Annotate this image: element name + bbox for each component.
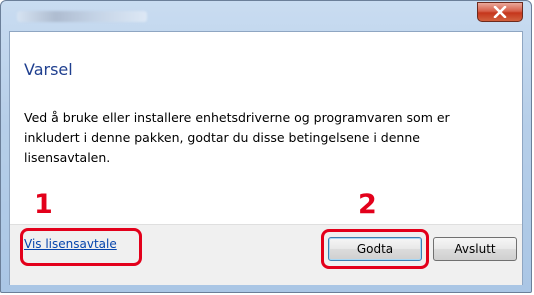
close-button[interactable] <box>477 2 523 22</box>
window-title-blurred <box>17 11 147 22</box>
message-line: Ved å bruke eller installere enhetsdrive… <box>24 110 450 125</box>
message-line: lisensavtalen. <box>24 150 111 165</box>
highlight-box-link <box>20 228 142 266</box>
message-line: inkludert i denne pakken, godtar du diss… <box>24 130 420 145</box>
close-icon <box>493 3 507 22</box>
exit-button[interactable]: Avslutt <box>433 237 517 261</box>
highlight-box-accept <box>321 229 429 269</box>
title-bar[interactable] <box>1 1 531 31</box>
dialog-message: Ved å bruke eller installere enhetsdrive… <box>24 108 504 168</box>
dialog-heading: Varsel <box>24 60 73 79</box>
dialog-window: Varsel Ved å bruke eller installere enhe… <box>0 0 532 293</box>
dialog-content: Varsel Ved å bruke eller installere enhe… <box>9 31 523 285</box>
annotation-number-1: 1 <box>34 189 53 220</box>
annotation-number-2: 2 <box>358 189 377 220</box>
